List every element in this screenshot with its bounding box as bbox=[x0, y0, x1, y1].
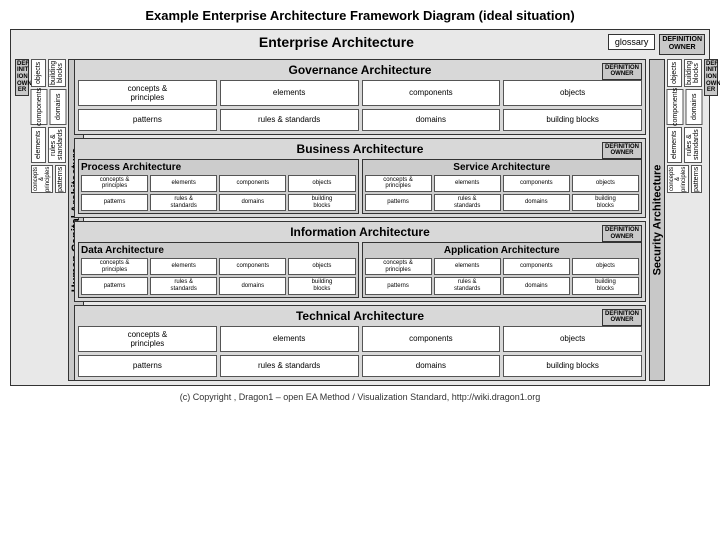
sec-rules-standards: rules & standards bbox=[684, 127, 702, 163]
data-title: Data Architecture bbox=[81, 245, 356, 256]
human-capital-def-owner: DEFINITIONOWNER bbox=[15, 59, 29, 381]
sec-objects: objects bbox=[667, 59, 682, 87]
hc-objects: objects bbox=[31, 59, 46, 87]
svc-blocks: buildingblocks bbox=[572, 194, 639, 211]
app-components: components bbox=[503, 258, 570, 275]
proc-rules: rules &standards bbox=[150, 194, 217, 211]
tech-patterns: patterns bbox=[78, 355, 217, 377]
proc-domains: domains bbox=[219, 194, 286, 211]
hc-patterns: patterns bbox=[55, 165, 66, 193]
svc-patterns: patterns bbox=[365, 194, 432, 211]
app-domains: domains bbox=[503, 277, 570, 294]
business-def-owner: DEFINITIONOWNER bbox=[602, 142, 642, 159]
page-title: Example Enterprise Architecture Framewor… bbox=[145, 8, 574, 23]
process-arch: Process Architecture concepts &principle… bbox=[78, 159, 359, 214]
technical-section: DEFINITIONOWNER Technical Architecture c… bbox=[74, 305, 646, 381]
tech-concepts: concepts &principles bbox=[78, 326, 217, 352]
data-blocks: buildingblocks bbox=[288, 277, 355, 294]
data-domains: domains bbox=[219, 277, 286, 294]
process-title: Process Architecture bbox=[81, 162, 356, 173]
svc-components: components bbox=[503, 175, 570, 192]
svc-elements: elements bbox=[434, 175, 501, 192]
gov-components: components bbox=[362, 80, 501, 106]
app-blocks: buildingblocks bbox=[572, 277, 639, 294]
proc-patterns: patterns bbox=[81, 194, 148, 211]
data-objects: objects bbox=[288, 258, 355, 275]
sec-domains: domains bbox=[686, 89, 703, 125]
gov-concepts: concepts &principles bbox=[78, 80, 217, 106]
proc-blocks: buildingblocks bbox=[288, 194, 355, 211]
business-section: DEFINITIONOWNER Business Architecture Pr… bbox=[74, 138, 646, 218]
security-label-container: Security Architecture bbox=[649, 59, 665, 381]
hc-rules-standards: rules & standards bbox=[48, 127, 66, 163]
data-elements: elements bbox=[150, 258, 217, 275]
app-objects: objects bbox=[572, 258, 639, 275]
data-arch: Data Architecture concepts &principles e… bbox=[78, 242, 359, 297]
glossary-box: glossary bbox=[608, 34, 656, 50]
data-concepts: concepts &principles bbox=[81, 258, 148, 275]
tech-components: components bbox=[362, 326, 501, 352]
center-content: DEFINITIONOWNER Governance Architecture … bbox=[74, 59, 646, 381]
app-rules: rules &standards bbox=[434, 277, 501, 294]
information-section: DEFINITIONOWNER Information Architecture… bbox=[74, 221, 646, 301]
hc-building-blocks: building blocks bbox=[48, 59, 66, 87]
top-def-owner: DEFINITIONOWNER bbox=[659, 34, 705, 55]
svc-domains: domains bbox=[503, 194, 570, 211]
svc-rules: rules &standards bbox=[434, 194, 501, 211]
app-elements: elements bbox=[434, 258, 501, 275]
data-components: components bbox=[219, 258, 286, 275]
gov-building-blocks: building blocks bbox=[503, 109, 642, 131]
proc-components: components bbox=[219, 175, 286, 192]
technical-title: Technical Architecture bbox=[78, 309, 642, 323]
app-title: Application Architecture bbox=[365, 245, 640, 256]
proc-elements: elements bbox=[150, 175, 217, 192]
proc-objects: objects bbox=[288, 175, 355, 192]
hc-elements: elements bbox=[31, 127, 46, 163]
tech-building-blocks: building blocks bbox=[503, 355, 642, 377]
application-arch: Application Architecture concepts &princ… bbox=[362, 242, 643, 297]
gov-objects: objects bbox=[503, 80, 642, 106]
info-def-owner: DEFINITIONOWNER bbox=[602, 225, 642, 242]
hc-domains: domains bbox=[50, 89, 67, 125]
business-title: Business Architecture bbox=[78, 142, 642, 156]
gov-domains: domains bbox=[362, 109, 501, 131]
gov-patterns: patterns bbox=[78, 109, 217, 131]
tech-def-owner: DEFINITIONOWNER bbox=[602, 309, 642, 326]
governance-section: DEFINITIONOWNER Governance Architecture … bbox=[74, 59, 646, 135]
svc-concepts: concepts &principles bbox=[365, 175, 432, 192]
service-arch: Service Architecture concepts &principle… bbox=[362, 159, 643, 214]
main-container: Enterprise Architecture glossary DEFINIT… bbox=[10, 29, 710, 386]
governance-title: Governance Architecture bbox=[78, 63, 642, 77]
security-label: Security Architecture bbox=[651, 164, 663, 275]
human-capital-sidebar: DEFINITIONOWNER objects building blocks … bbox=[15, 59, 71, 381]
footer: (c) Copyright , Dragon1 – open EA Method… bbox=[180, 392, 541, 402]
tech-objects: objects bbox=[503, 326, 642, 352]
tech-domains: domains bbox=[362, 355, 501, 377]
security-def-owner-right: DEFINITIONOWNER bbox=[704, 59, 718, 381]
tech-elements: elements bbox=[220, 326, 359, 352]
sec-elements: elements bbox=[667, 127, 682, 163]
gov-elements: elements bbox=[220, 80, 359, 106]
hc-concepts: concepts & principles bbox=[31, 165, 53, 193]
hc-components: components bbox=[31, 89, 48, 125]
data-patterns: patterns bbox=[81, 277, 148, 294]
sec-concepts: concepts & principles bbox=[667, 165, 689, 193]
service-title: Service Architecture bbox=[365, 162, 640, 173]
information-title: Information Architecture bbox=[78, 225, 642, 239]
proc-concepts: concepts &principles bbox=[81, 175, 148, 192]
gov-rules: rules & standards bbox=[220, 109, 359, 131]
governance-def-owner: DEFINITIONOWNER bbox=[602, 63, 642, 80]
security-sidebar: Security Architecture objects building b… bbox=[649, 59, 705, 381]
app-patterns: patterns bbox=[365, 277, 432, 294]
tech-rules: rules & standards bbox=[220, 355, 359, 377]
data-rules: rules &standards bbox=[150, 277, 217, 294]
svc-objects: objects bbox=[572, 175, 639, 192]
sec-components: components bbox=[667, 89, 684, 125]
app-concepts: concepts &principles bbox=[365, 258, 432, 275]
sec-patterns: patterns bbox=[691, 165, 702, 193]
ea-title: Enterprise Architecture bbox=[65, 34, 608, 50]
sec-building-blocks: building blocks bbox=[684, 59, 702, 87]
